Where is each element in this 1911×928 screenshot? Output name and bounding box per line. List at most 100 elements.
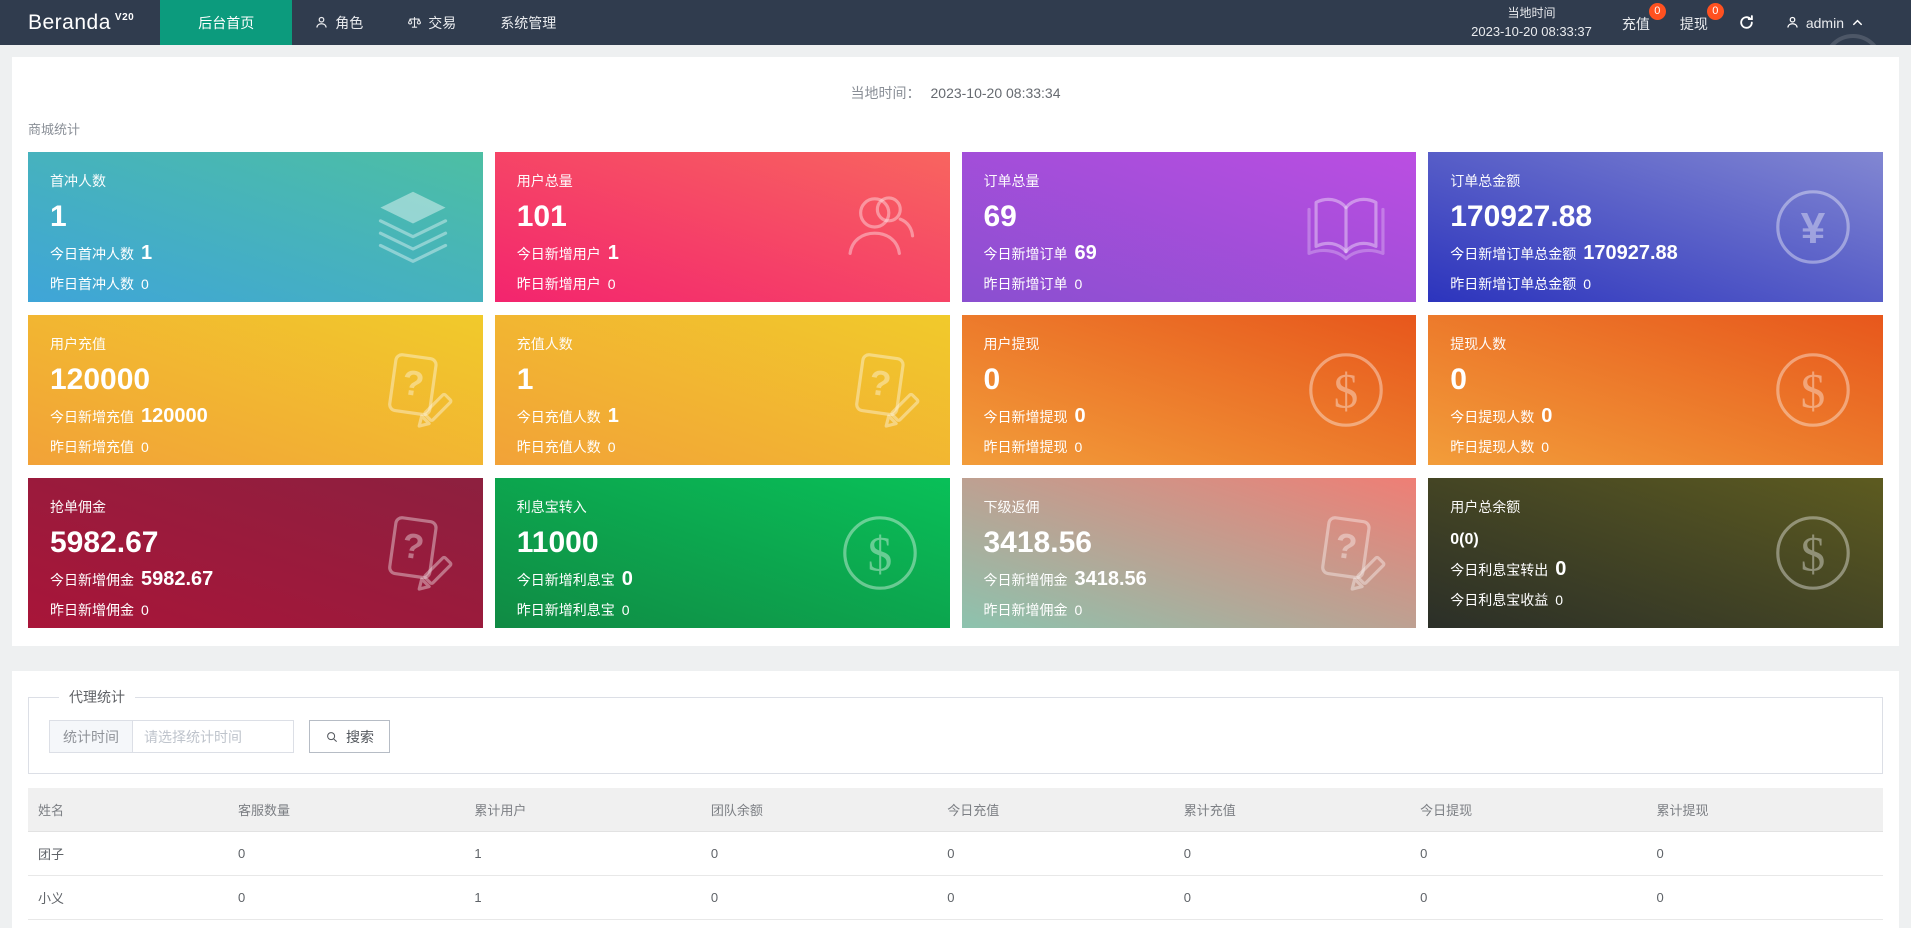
stat-card-yesterday-line: 昨日新增订单总金额 0: [1450, 276, 1592, 292]
main-nav: 后台首页 角色 交易 系统管理: [160, 0, 578, 45]
table-cell: 小洋: [28, 919, 228, 928]
section-title: 商城统计: [28, 122, 81, 137]
stat-card-yesterday-line: 昨日新增利息宝 0: [516, 602, 630, 618]
mall-stats-panel: 当地时间： 2023-10-20 08:33:34 商城统计 首冲人数 1 今日首…: [12, 57, 1899, 646]
table-header-cell: 累计充值: [1173, 788, 1411, 832]
stat-card-yesterday-line: 昨日新增佣金 0: [50, 602, 149, 618]
svg-text:?: ?: [399, 526, 426, 568]
table-body: 团子0100000小义0100000小洋0100000: [28, 831, 1883, 928]
nav-item-0[interactable]: 后台首页: [160, 0, 293, 45]
table-header-cell: 累计提现: [1646, 788, 1883, 832]
doc-icon: ?: [369, 346, 457, 434]
stat-time-input[interactable]: [132, 720, 294, 753]
stat-card: 用户总余额 0(0) 今日利息宝转出 0 今日利息宝收益 0 $: [1428, 478, 1883, 628]
table-cell: 0: [700, 831, 938, 876]
nav-item-1[interactable]: 角色: [297, 0, 380, 45]
stat-card: 用户总量 101 今日新增用户 1 昨日新增用户 0: [494, 152, 950, 302]
stat-card-yesterday-line: 昨日新增充值 0: [50, 439, 149, 455]
layers-icon: [369, 183, 457, 271]
stat-card-yesterday-line: 昨日充值人数 0: [516, 439, 616, 455]
person-icon: [316, 16, 328, 28]
svg-text:$: $: [1801, 527, 1826, 582]
users-icon: [836, 183, 924, 271]
app-version: V20: [114, 12, 135, 23]
table-header-cell: 今日充值: [937, 788, 1174, 832]
withdraw-badge: 0: [1706, 2, 1724, 20]
agent-fieldset: 代理统计 统计时间 搜索: [28, 687, 1883, 774]
table-cell: 团子: [28, 831, 228, 876]
top-navbar: Beranda V20 后台首页 角色 交易 系统管理 当地时间 2023-10-20 …: [0, 0, 1911, 45]
recharge-badge: 0: [1648, 2, 1666, 20]
dollar-icon: $: [1302, 346, 1390, 434]
table-row: 小洋0100000: [28, 919, 1883, 928]
agent-stats-panel: 代理统计 统计时间 搜索 姓名客服数量累计用户团队余额今日充值累计充值今日提现累…: [12, 671, 1899, 928]
table-cell: 0: [1410, 875, 1647, 920]
app-logo: Beranda V20: [28, 10, 135, 34]
table-cell: 0: [937, 919, 1174, 928]
stat-card-yesterday-line: 昨日提现人数 0: [1450, 439, 1550, 455]
doc-icon: ?: [1302, 509, 1390, 597]
search-button[interactable]: 搜索: [309, 720, 390, 753]
table-cell: 0: [1410, 831, 1647, 876]
table-cell: 0: [1646, 831, 1883, 876]
table-cell: 1: [464, 919, 701, 928]
header-local-time: 当地时间 2023-10-20 08:33:37: [1471, 5, 1592, 39]
table-header-cell: 姓名: [28, 788, 228, 832]
table-cell: 1: [464, 875, 701, 920]
table-cell: 0: [937, 875, 1174, 920]
svg-text:?: ?: [866, 363, 893, 405]
stat-card: 订单总量 69 今日新增订单 69 昨日新增订单 0: [961, 152, 1417, 302]
svg-text:?: ?: [399, 363, 426, 405]
table-cell: 0: [228, 919, 465, 928]
svg-text:$: $: [1801, 364, 1826, 419]
stat-card: 充值人数 1 今日充值人数 1 昨日充值人数 0 ?: [494, 315, 950, 465]
recharge-menu[interactable]: 充值 0: [1622, 2, 1666, 34]
table-header-cell: 团队余额: [700, 788, 938, 832]
table-cell: 0: [1646, 875, 1883, 920]
username: admin: [1805, 14, 1844, 31]
nav-item-2[interactable]: 交易: [390, 0, 473, 45]
user-menu[interactable]: admin: [1785, 15, 1865, 31]
search-row: 统计时间 搜索: [49, 720, 1862, 753]
table-cell: 0: [937, 831, 1174, 876]
refresh-icon[interactable]: [1738, 14, 1755, 31]
table-header-cell: 客服数量: [228, 788, 465, 832]
stat-card-yesterday-line: 昨日新增用户 0: [516, 276, 616, 292]
stat-time-group: 统计时间: [49, 720, 294, 753]
stat-card: 提现人数 0 今日提现人数 0 昨日提现人数 0 $: [1428, 315, 1883, 465]
stats-grid: 首冲人数 1 今日首冲人数 1 昨日首冲人数 0 用户总量 101 今日新增用户 1 …: [28, 152, 1883, 628]
dollar-icon: $: [1769, 509, 1857, 597]
stat-card: 利息宝转入 11000 今日新增利息宝 0 昨日新增利息宝 0 $: [494, 478, 950, 628]
stat-card: 抢单佣金 5982.67 今日新增佣金 5982.67 昨日新增佣金 0 ?: [28, 478, 483, 628]
doc-icon: ?: [836, 346, 924, 434]
svg-text:$: $: [1334, 364, 1359, 419]
table-header-row: 姓名 客服数量 累计用户 团队余额 今日充值 累计充值 今日提现 累计提现: [28, 788, 1883, 832]
withdraw-menu[interactable]: 提现 0: [1680, 2, 1724, 34]
book-icon: [1302, 183, 1390, 271]
dollar-icon: $: [836, 509, 924, 597]
nav-item-3[interactable]: 系统管理: [483, 0, 573, 45]
table-cell: 0: [1410, 919, 1647, 928]
agent-table: 姓名 客服数量 累计用户 团队余额 今日充值 累计充值 今日提现 累计提现 团子 0 1 0 0 0 0 0…: [28, 788, 1883, 928]
chevron-up-icon: [1853, 19, 1862, 26]
svg-text:?: ?: [1333, 526, 1360, 568]
stat-card-yesterday-line: 昨日新增提现 0: [983, 439, 1083, 455]
dollar-icon: $: [1769, 346, 1857, 434]
table-header-cell: 累计用户: [464, 788, 701, 832]
table-cell: 0: [700, 875, 938, 920]
table-row: 小义 0 1 0 0 0 0 0: [28, 875, 1883, 920]
table-cell: 0: [1173, 831, 1411, 876]
table-row: 团子 0 1 0 0 0 0 0: [28, 831, 1883, 876]
table-cell: 0: [228, 831, 465, 876]
scales-icon: [408, 16, 422, 28]
table-cell: 0: [700, 919, 938, 928]
table-cell: 0: [228, 875, 465, 920]
table-cell: 0: [1173, 875, 1411, 920]
stat-card: 订单总金额 170927.88 今日新增订单总金额 170927.88 昨日新增订…: [1428, 152, 1883, 302]
stat-card-yesterday-line: 昨日新增佣金 0: [983, 602, 1083, 618]
table-cell: 1: [464, 831, 701, 876]
stat-card: 首冲人数 1 今日首冲人数 1 昨日首冲人数 0: [28, 152, 483, 302]
stat-time-label: 统计时间: [49, 720, 132, 753]
svg-text:$: $: [867, 527, 892, 582]
user-icon: [1787, 16, 1798, 28]
